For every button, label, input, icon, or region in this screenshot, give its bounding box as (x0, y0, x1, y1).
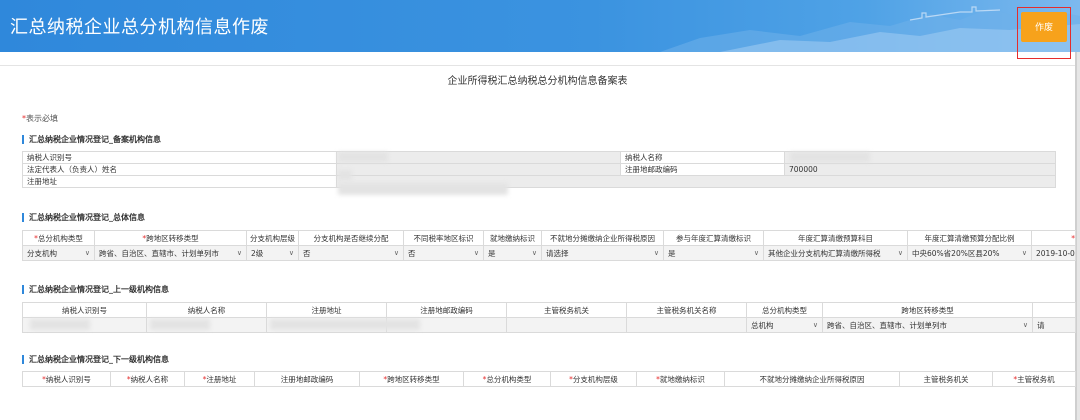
table-header-row: 纳税人识别号 纳税人名称 注册地址 注册地邮政编码 主管税务机关 主管税务机关名… (22, 302, 1076, 318)
col-header: *总分机构类型 (22, 230, 95, 246)
form-title: 企业所得税汇总纳税总分机构信息备案表 (447, 76, 628, 87)
table-header-row: *总分机构类型 *跨地区转移类型 分支机构层级 分支机构是否继续分配 不同税率地… (22, 230, 1076, 246)
col-header: 注册地址 (266, 302, 387, 318)
chevron-down-icon: ∨ (84, 249, 90, 257)
col-header: *就地缴纳标识 (636, 371, 725, 387)
chevron-down-icon: ∨ (236, 249, 242, 257)
col-header: 纳税人名称 (146, 302, 267, 318)
redacted-parent-name (150, 319, 210, 330)
col-header: 分支机构是否继续分配 (298, 230, 404, 246)
col-header: 分支机构层级 (246, 230, 299, 246)
section-title-filing-org: 汇总纳税企业情况登记_备案机构信息 (22, 135, 161, 144)
page-top-rule (0, 52, 1075, 66)
chevron-down-icon: ∨ (653, 249, 659, 257)
col-header: 不同税率地区标识 (403, 230, 484, 246)
annual-settlement-select[interactable]: 是 ∨ (663, 245, 764, 261)
table-row: 纳税人识别号 纳税人名称 (22, 151, 1056, 164)
col-header (1032, 302, 1076, 318)
section-title-overall-info: 汇总纳税企业情况登记_总体信息 (22, 213, 145, 222)
reg-address-label: 注册地址 (22, 175, 337, 188)
col-header: * (1031, 230, 1076, 246)
col-header: 不就地分摊缴纳企业所得税原因 (724, 371, 900, 387)
overall-info-table: *总分机构类型 *跨地区转移类型 分支机构层级 分支机构是否继续分配 不同税率地… (22, 230, 1076, 261)
taxpayer-id-label: 纳税人识别号 (22, 151, 337, 164)
redacted-address (338, 183, 508, 195)
taxpayer-name-label: 纳税人名称 (620, 151, 785, 164)
col-header: 主管税务机关名称 (626, 302, 747, 318)
date-input[interactable]: 2019-10-0 (1031, 245, 1076, 261)
page-title: 汇总纳税企业总分机构信息作废 (10, 17, 269, 38)
legal-rep-value (336, 163, 621, 176)
col-header: *注册地址 (184, 371, 255, 387)
legal-rep-label: 法定代表人（负责人）姓名 (22, 163, 337, 176)
col-header: 主管税务机关 (506, 302, 627, 318)
col-header: 参与年度汇算清缴标识 (663, 230, 764, 246)
allocation-ratio-select[interactable]: 中央60%省20%区县20% ∨ (907, 245, 1032, 261)
redacted-parent-id (30, 319, 90, 330)
transfer-type-select[interactable]: 跨省、自治区、直辖市、计划单列市 ∨ (94, 245, 247, 261)
local-payment-select[interactable]: 是 ∨ (483, 245, 542, 261)
app-header: 汇总纳税企业总分机构信息作废 (0, 0, 1080, 52)
reg-postcode-label: 注册地邮政编码 (620, 163, 785, 176)
chevron-down-icon: ∨ (897, 249, 903, 257)
col-header: 年度汇算清缴预算科目 (763, 230, 908, 246)
col-header: 纳税人识别号 (22, 302, 147, 318)
continue-allocation-select[interactable]: 否 ∨ (298, 245, 404, 261)
col-header: 总分机构类型 (746, 302, 823, 318)
col-header: 年度汇算清缴预算分配比例 (907, 230, 1032, 246)
chevron-down-icon: ∨ (531, 249, 537, 257)
reg-postcode-value: 700000 (784, 163, 1056, 176)
col-header: *跨地区转移类型 (94, 230, 247, 246)
table-row: 分支机构 ∨ 跨省、自治区、直辖市、计划单列市 ∨ 2级 ∨ 否 ∨ 否 ∨ 是 ∨ 请选择… (22, 245, 1076, 261)
section-title-child-org: 汇总纳税企业情况登记_下一级机构信息 (22, 355, 169, 364)
chevron-down-icon: ∨ (473, 249, 479, 257)
chevron-down-icon: ∨ (288, 249, 294, 257)
non-local-reason-select[interactable]: 请选择 ∨ (541, 245, 664, 261)
col-header: 就地缴纳标识 (483, 230, 542, 246)
redacted-taxpayer-name (790, 152, 870, 162)
parent-next-select[interactable]: 请 (1032, 317, 1076, 333)
col-header: 跨地区转移类型 (822, 302, 1033, 318)
void-button[interactable]: 作废 (1021, 12, 1067, 42)
parent-tax-authority-name-cell (626, 317, 747, 333)
parent-org-type-select[interactable]: 总机构 ∨ (746, 317, 823, 333)
branch-level-select[interactable]: 2级 ∨ (246, 245, 299, 261)
required-note-text: 表示必填 (26, 114, 58, 123)
filing-org-table: 纳税人识别号 纳税人名称 法定代表人（负责人）姓名 注册地邮政编码 700000… (22, 151, 1056, 188)
redacted-legal-rep (338, 170, 352, 180)
redacted-parent-address (270, 319, 420, 330)
col-header: 主管税务机关 (899, 371, 993, 387)
chevron-down-icon: ∨ (1021, 249, 1027, 257)
org-type-select[interactable]: 分支机构 ∨ (22, 245, 95, 261)
chevron-down-icon: ∨ (1022, 321, 1028, 329)
col-header: *总分机构类型 (463, 371, 551, 387)
col-header: *跨地区转移类型 (359, 371, 464, 387)
redacted-taxpayer-id (338, 152, 388, 162)
section-title-parent-org: 汇总纳税企业情况登记_上一级机构信息 (22, 285, 169, 294)
col-header: *主管税务机 (992, 371, 1076, 387)
col-header: *纳税人识别号 (22, 371, 111, 387)
chevron-down-icon: ∨ (753, 249, 759, 257)
parent-tax-authority-cell (506, 317, 627, 333)
col-header: 不就地分摊缴纳企业所得税原因 (541, 230, 664, 246)
budget-subject-select[interactable]: 其他企业分支机构汇算清缴所得税 ∨ (763, 245, 908, 261)
col-header: *分支机构层级 (550, 371, 637, 387)
col-header: 注册地邮政编码 (254, 371, 360, 387)
chevron-down-icon: ∨ (812, 321, 818, 329)
col-header: 注册地邮政编码 (386, 302, 507, 318)
table-header-row: *纳税人识别号 *纳税人名称 *注册地址 注册地邮政编码 *跨地区转移类型 *总… (22, 371, 1076, 387)
chevron-down-icon: ∨ (393, 249, 399, 257)
tax-rate-region-select[interactable]: 否 ∨ (403, 245, 484, 261)
table-row: 注册地址 (22, 175, 1056, 188)
table-row: 法定代表人（负责人）姓名 注册地邮政编码 700000 (22, 163, 1056, 176)
child-org-table: *纳税人识别号 *纳税人名称 *注册地址 注册地邮政编码 *跨地区转移类型 *总… (22, 371, 1076, 387)
required-note: *表示必填 (22, 113, 58, 124)
col-header: *纳税人名称 (110, 371, 185, 387)
parent-transfer-type-select[interactable]: 跨省、自治区、直辖市、计划单列市 ∨ (822, 317, 1033, 333)
